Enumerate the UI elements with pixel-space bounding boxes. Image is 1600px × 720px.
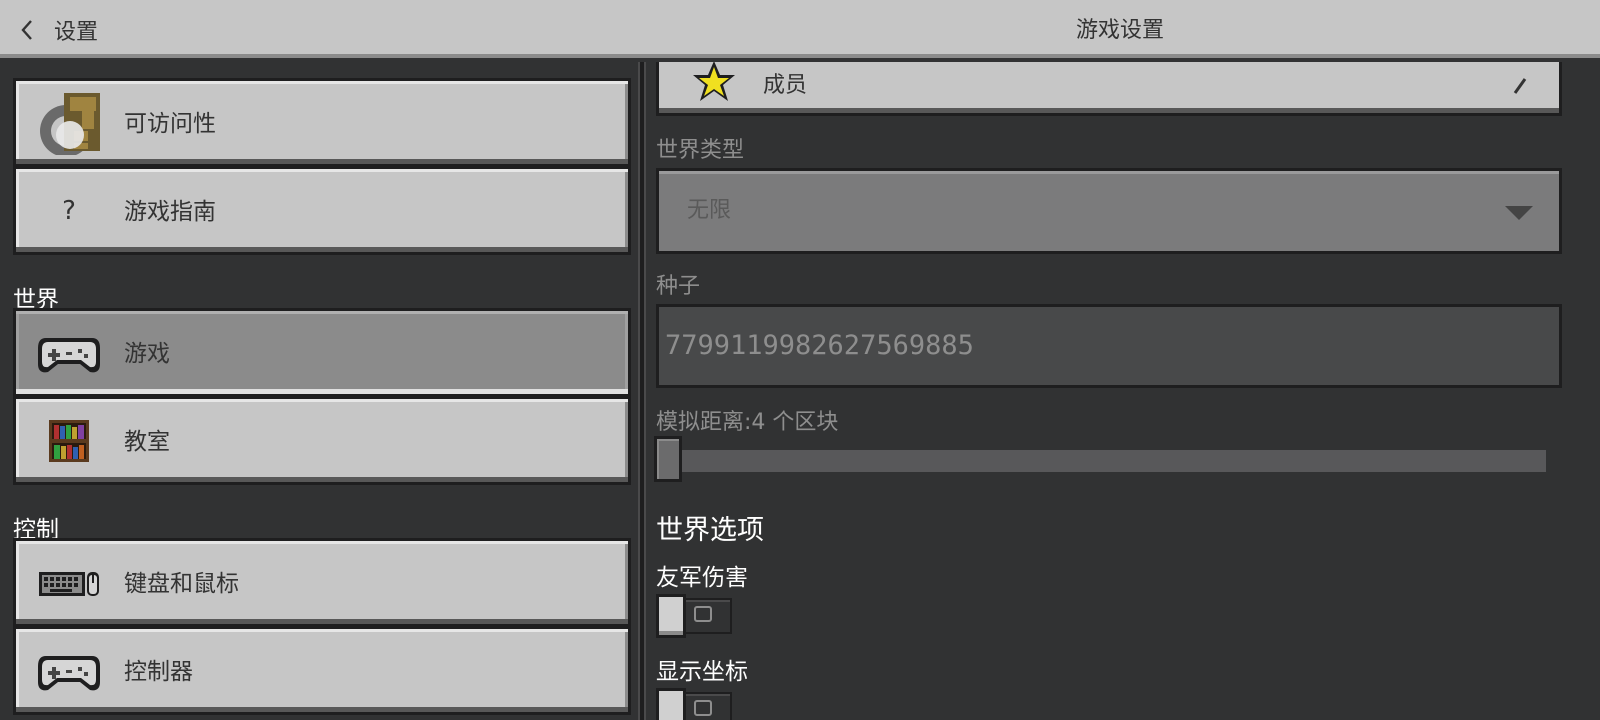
sidebar-item-game[interactable]: 游戏 (13, 308, 631, 397)
friendly-fire-label: 友军伤害 (656, 565, 748, 591)
show-coordinates-label: 显示坐标 (656, 659, 748, 685)
friendly-fire-toggle[interactable] (656, 594, 732, 638)
sidebar-item-game-guide[interactable]: ? 游戏指南 (13, 166, 631, 255)
bookshelf-icon (34, 411, 104, 471)
world-options-title: 世界选项 (656, 515, 764, 546)
controller-icon (34, 641, 104, 701)
show-coordinates-toggle[interactable] (656, 688, 732, 720)
toggle-knob (656, 688, 686, 720)
chevron-left-icon (14, 14, 40, 46)
back-label: 设置 (54, 20, 99, 45)
member-label: 成员 (763, 73, 808, 98)
toggle-off-icon (694, 606, 712, 622)
sidebar-item-label: 游戏 (124, 341, 170, 367)
world-type-dropdown[interactable]: 无限 (656, 168, 1562, 254)
toggle-knob (656, 594, 686, 638)
member-permission-button[interactable]: 成员 (656, 62, 1562, 116)
gamepad-icon (34, 323, 104, 383)
edit-pencil-icon (1511, 71, 1531, 101)
page-title: 游戏设置 (1075, 18, 1164, 43)
sidebar-item-label: 教室 (124, 429, 170, 455)
seed-label: 种子 (656, 274, 701, 299)
dropdown-arrow-icon (1505, 205, 1533, 220)
sidebar-item-label: 可访问性 (124, 111, 216, 137)
sidebar-item-keyboard-mouse[interactable]: 键盘和鼠标 (13, 538, 631, 627)
toggle-off-icon (694, 700, 712, 716)
sidebar-item-label: 键盘和鼠标 (124, 571, 239, 597)
world-type-value: 无限 (687, 198, 732, 223)
top-bar: 设置 游戏设置 (0, 0, 1600, 58)
keyboard-mouse-icon (34, 553, 104, 613)
sidebar-item-label: 控制器 (124, 659, 193, 685)
sidebar-item-classroom[interactable]: 教室 (13, 396, 631, 485)
star-icon (691, 62, 737, 105)
simulation-distance-label: 模拟距离:4 个区块 (656, 410, 839, 435)
seed-input[interactable]: 7799119982627569885 (656, 304, 1562, 388)
world-type-label: 世界类型 (656, 138, 745, 163)
sidebar-item-accessibility[interactable]: 可访问性 (13, 78, 631, 167)
question-icon: ? (62, 196, 76, 226)
game-settings-panel: 成员 世界类型 无限 种子 7799119982627569885 模拟距离:4… (646, 62, 1600, 720)
settings-sidebar: 可访问性 ? 游戏指南 世界 游戏 教室 控制 键盘和鼠标 控制器 (0, 62, 638, 720)
back-button[interactable]: 设置 (14, 10, 98, 50)
sidebar-item-label: 游戏指南 (124, 199, 216, 225)
simulation-distance-slider[interactable] (658, 450, 1546, 472)
simulation-distance-slider-thumb[interactable] (654, 436, 682, 482)
sidebar-item-controller[interactable]: 控制器 (13, 626, 631, 715)
accessibility-icon (34, 93, 104, 155)
panel-divider (638, 62, 646, 720)
